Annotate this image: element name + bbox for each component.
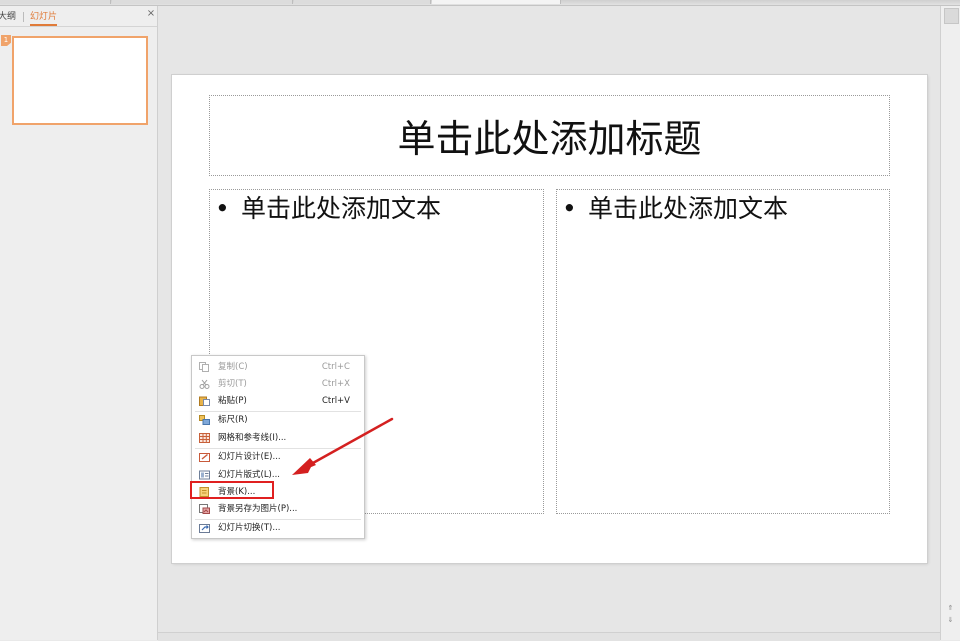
panel-tab-divider (23, 12, 24, 22)
scrollbar-thumb[interactable] (944, 8, 959, 24)
menu-item-paste[interactable]: 粘贴(P) Ctrl+V (192, 392, 364, 410)
slides-panel: 大纲 幻灯片 × 1 (0, 6, 158, 640)
document-tab-active[interactable] (432, 0, 561, 4)
title-placeholder-text: 单击此处添加标题 (397, 117, 702, 161)
bullet-icon: • (215, 194, 230, 223)
right-content-placeholder[interactable]: • 单击此处添加文本 (556, 189, 890, 514)
menu-item-cut[interactable]: 剪切(T) Ctrl+X (192, 375, 364, 393)
annotation-arrow (292, 417, 394, 475)
vertical-scrollbar[interactable]: ⇑ ⇓ (940, 6, 960, 640)
menu-item-copy[interactable]: 复制(C) Ctrl+C (192, 358, 364, 376)
menu-item-label: 网格和参考线(I)... (218, 433, 287, 443)
ruler-icon (199, 415, 210, 425)
bullet-line: • 单击此处添加文本 (215, 193, 441, 225)
slide-layout-icon (199, 470, 210, 480)
menu-item-label: 背景另存为图片(P)... (218, 504, 298, 514)
menu-item-shortcut: Ctrl+V (321, 396, 350, 406)
menu-item-label: 剪切(T) (218, 379, 247, 389)
menu-item-label: 复制(C) (218, 362, 248, 372)
document-tab[interactable] (294, 0, 431, 4)
document-tab[interactable] (0, 0, 111, 4)
copy-icon (199, 362, 209, 372)
slide-thumbnail[interactable] (12, 36, 148, 125)
paste-icon (199, 396, 210, 406)
bullet-line: • 单击此处添加文本 (562, 193, 788, 225)
slide-transition-icon (199, 524, 210, 533)
panel-tabs: 大纲 幻灯片 × (0, 6, 157, 27)
tab-outline[interactable]: 大纲 (0, 11, 16, 23)
close-panel-icon[interactable]: × (146, 9, 156, 19)
menu-item-label: 幻灯片设计(E)... (218, 452, 281, 462)
menu-item-save-background-as-picture[interactable]: 背景另存为图片(P)... (192, 500, 364, 518)
highlight-box (190, 481, 274, 499)
save-background-icon (199, 504, 210, 514)
slide-design-icon (199, 453, 210, 462)
menu-item-shortcut: Ctrl+C (321, 362, 350, 372)
next-slide-icon[interactable]: ⇓ (946, 616, 955, 624)
bullet-icon: • (562, 194, 577, 223)
cut-icon (199, 379, 210, 389)
menu-item-shortcut: Ctrl+X (321, 379, 350, 389)
menu-item-label: 幻灯片切换(T)... (218, 523, 281, 533)
document-tab[interactable] (112, 0, 293, 4)
tab-slides[interactable]: 幻灯片 (30, 11, 58, 26)
menu-item-label: 标尺(R) (218, 415, 248, 425)
right-placeholder-text: 单击此处添加文本 (588, 194, 789, 223)
menu-item-label: 粘贴(P) (218, 396, 247, 406)
grid-icon (199, 433, 210, 443)
slide-number-badge: 1 (1, 35, 11, 46)
menu-item-slide-transition[interactable]: 幻灯片切换(T)... (192, 519, 364, 537)
previous-slide-icon[interactable]: ⇑ (946, 604, 955, 612)
title-placeholder[interactable]: 单击此处添加标题 (209, 95, 890, 176)
left-placeholder-text: 单击此处添加文本 (241, 194, 442, 223)
